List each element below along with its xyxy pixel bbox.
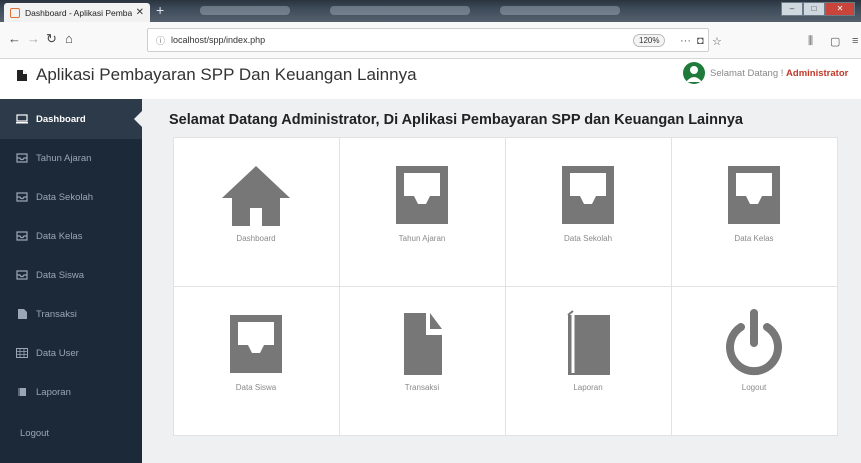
sidebar-item-tahun-ajaran[interactable]: Tahun Ajaran — [0, 138, 142, 178]
new-tab-icon[interactable]: + — [156, 2, 164, 18]
pocket-icon[interactable]: ◘ — [697, 35, 704, 47]
tile-label: Tahun Ajaran — [398, 233, 446, 243]
welcome-prefix: Selamat Datang ! — [710, 68, 787, 79]
sidebar-item-data-user[interactable]: Data User — [0, 333, 142, 373]
reload-icon[interactable]: ↻ — [46, 31, 57, 47]
window-controls: – □ ✕ — [781, 2, 855, 16]
favicon-icon — [10, 7, 20, 18]
sidebar-toggle-icon[interactable]: ▢ — [830, 35, 840, 48]
url-text: localhost/spp/index.php — [171, 35, 266, 45]
inbox-icon — [562, 165, 614, 224]
sidebar: Dashboard Tahun Ajaran Data Sekolah Data… — [0, 99, 143, 463]
browser-tab-strip: Dashboard - Aplikasi Pembaya ✕ + – □ ✕ — [0, 0, 861, 22]
welcome-text: Selamat Datang ! Administrator — [710, 68, 848, 79]
tab-close-icon[interactable]: ✕ — [136, 7, 144, 18]
library-icon[interactable]: ⫼ — [808, 35, 813, 48]
sidebar-item-label: Logout — [20, 427, 50, 439]
tab-title: Dashboard - Aplikasi Pembaya — [25, 7, 132, 18]
page-title: Selamat Datang Administrator, Di Aplikas… — [169, 112, 743, 128]
browser-toolbar: ← → ↻ ⌂ ⓘ localhost/spp/index.php 120% ·… — [0, 22, 861, 59]
sidebar-item-label: Data User — [36, 347, 79, 359]
tile-label: Data Sekolah — [563, 233, 613, 243]
inbox-icon — [16, 231, 28, 241]
file-icon — [404, 312, 442, 375]
tile-logout[interactable]: Logout — [670, 285, 838, 436]
forward-icon[interactable]: → — [27, 31, 40, 46]
dashboard-tile-grid: Dashboard Tahun Ajaran Data Sekolah Data… — [172, 136, 838, 436]
home-icon — [222, 165, 290, 226]
tile-dashboard[interactable]: Dashboard — [172, 136, 340, 287]
blurred-tab — [200, 6, 290, 15]
home-icon[interactable]: ⌂ — [65, 31, 73, 46]
address-bar[interactable]: ⓘ localhost/spp/index.php — [147, 28, 709, 52]
sidebar-item-label: Transaksi — [36, 308, 77, 320]
site-info-icon[interactable]: ⓘ — [156, 34, 165, 47]
blurred-tab — [500, 6, 620, 15]
app-title: Aplikasi Pembayaran SPP Dan Keuangan Lai… — [36, 65, 417, 84]
sidebar-item-label: Dashboard — [36, 113, 86, 125]
main-content: Selamat Datang Administrator, Di Aplikas… — [142, 99, 861, 463]
app-header: Aplikasi Pembayaran SPP Dan Keuangan Lai… — [0, 59, 861, 89]
bookmark-star-icon[interactable]: ☆ — [712, 35, 722, 48]
sidebar-item-logout[interactable]: Logout — [0, 413, 142, 453]
tile-label: Dashboard — [236, 233, 276, 243]
monitor-icon — [16, 114, 28, 124]
power-icon — [726, 308, 782, 375]
browser-tab[interactable]: Dashboard - Aplikasi Pembaya ✕ — [4, 3, 150, 22]
inbox-icon — [396, 165, 448, 224]
file-icon — [18, 309, 27, 319]
menu-icon[interactable]: ≡ — [852, 35, 858, 47]
book-icon — [567, 309, 610, 375]
blurred-tab — [330, 6, 470, 15]
sidebar-item-laporan[interactable]: Laporan — [0, 372, 142, 412]
sidebar-item-data-sekolah[interactable]: Data Sekolah — [0, 177, 142, 217]
sidebar-item-data-kelas[interactable]: Data Kelas — [0, 216, 142, 256]
minimize-icon[interactable]: – — [781, 2, 803, 16]
tile-label: Transaksi — [404, 382, 440, 392]
tile-label: Logout — [741, 382, 767, 392]
inbox-icon — [230, 314, 282, 373]
tile-data-kelas[interactable]: Data Kelas — [670, 136, 838, 287]
maximize-icon[interactable]: □ — [803, 2, 825, 16]
zoom-level[interactable]: 120% — [633, 34, 666, 47]
sidebar-item-label: Tahun Ajaran — [36, 152, 92, 164]
sidebar-item-dashboard[interactable]: Dashboard — [0, 99, 143, 139]
table-icon — [16, 348, 28, 358]
inbox-icon — [16, 192, 28, 202]
sidebar-item-label: Data Kelas — [36, 230, 83, 242]
page-actions-icon[interactable]: ··· — [680, 35, 691, 47]
tile-label: Laporan — [573, 382, 603, 392]
sidebar-item-transaksi[interactable]: Transaksi — [0, 294, 142, 334]
tile-tahun-ajaran[interactable]: Tahun Ajaran — [338, 136, 506, 287]
sidebar-item-label: Data Siswa — [36, 269, 85, 281]
book-icon — [18, 387, 26, 396]
back-icon[interactable]: ← — [8, 31, 21, 46]
sidebar-item-label: Data Sekolah — [36, 191, 94, 203]
tile-data-siswa[interactable]: Data Siswa — [172, 285, 340, 436]
tile-label: Data Siswa — [235, 382, 277, 392]
tile-label: Data Kelas — [734, 233, 774, 243]
tile-data-sekolah[interactable]: Data Sekolah — [504, 136, 672, 287]
sidebar-item-data-siswa[interactable]: Data Siswa — [0, 255, 142, 295]
sidebar-item-label: Laporan — [36, 386, 71, 398]
tile-transaksi[interactable]: Transaksi — [338, 285, 506, 436]
inbox-icon — [16, 153, 28, 163]
app-logo-icon — [17, 70, 27, 81]
inbox-icon — [16, 270, 28, 280]
tile-laporan[interactable]: Laporan — [504, 285, 672, 436]
welcome-username[interactable]: Administrator — [786, 68, 848, 79]
window-close-icon[interactable]: ✕ — [825, 2, 855, 16]
inbox-icon — [728, 165, 780, 224]
avatar[interactable] — [683, 62, 705, 84]
